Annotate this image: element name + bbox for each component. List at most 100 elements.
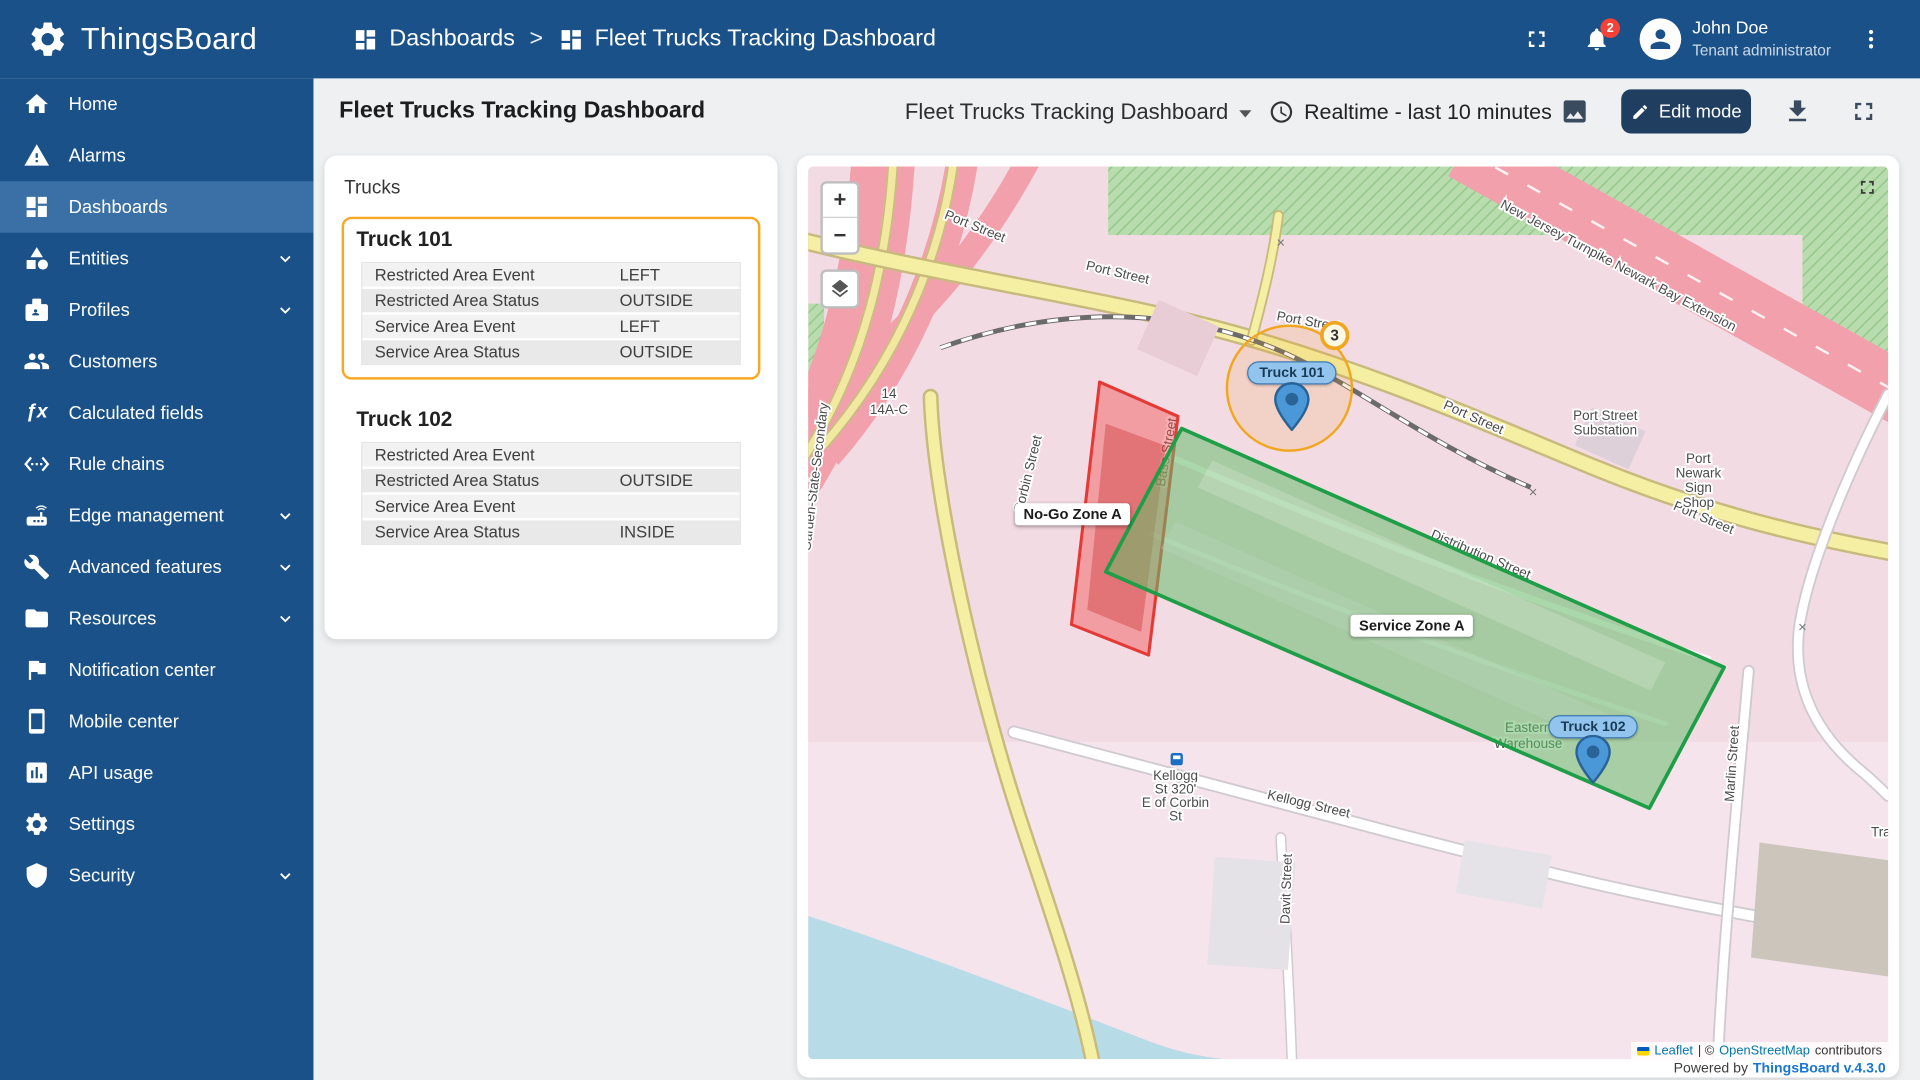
map-zoom-control: + − bbox=[820, 181, 859, 254]
app-name: ThingsBoard bbox=[81, 21, 257, 57]
sidebar-item-customers[interactable]: Customers bbox=[0, 336, 313, 387]
sidebar-item-notification-center[interactable]: Notification center bbox=[0, 644, 313, 695]
sidebar-item-settings[interactable]: Settings bbox=[0, 798, 313, 849]
gear-icon bbox=[22, 811, 51, 838]
sidebar-item-calculated-fields[interactable]: ƒx Calculated fields bbox=[0, 387, 313, 438]
breadcrumb-dashboards[interactable]: Dashboards bbox=[353, 26, 515, 53]
breadcrumb-current-page[interactable]: Fleet Trucks Tracking Dashboard bbox=[558, 26, 936, 53]
image-icon bbox=[1560, 97, 1589, 126]
edit-mode-button[interactable]: Edit mode bbox=[1621, 89, 1751, 133]
breadcrumb-page-label: Fleet Trucks Tracking Dashboard bbox=[595, 26, 936, 53]
chart-icon bbox=[22, 759, 51, 786]
fullscreen-button[interactable] bbox=[1523, 26, 1550, 53]
breadcrumb: Dashboards > Fleet Trucks Tracking Dashb… bbox=[313, 26, 935, 53]
rule-chains-icon bbox=[22, 451, 51, 478]
truck-cluster-badge[interactable]: 3 bbox=[1320, 321, 1349, 350]
customers-icon bbox=[22, 348, 51, 375]
route-ref-label: 14 bbox=[881, 386, 896, 401]
table-row[interactable]: Restricted Area Event bbox=[362, 443, 739, 466]
gate-mark: × bbox=[1529, 485, 1538, 501]
table-row[interactable]: Restricted Area Event LEFT bbox=[362, 263, 739, 286]
sidebar-item-entities[interactable]: Entities bbox=[0, 233, 313, 284]
user-menu[interactable]: John Doe Tenant administrator bbox=[1692, 18, 1831, 61]
fullscreen-icon bbox=[1849, 97, 1878, 126]
dashboards-icon bbox=[558, 26, 584, 52]
powered-by: Powered by ThingsBoard v.4.3.0 bbox=[808, 1059, 1888, 1077]
sidebar-item-dashboards[interactable]: Dashboards bbox=[0, 181, 313, 232]
truck-102-marker[interactable] bbox=[1575, 735, 1612, 790]
sidebar-item-security[interactable]: Security bbox=[0, 850, 313, 901]
service-zone-label: Service Zone A bbox=[1350, 615, 1473, 637]
dashboard-toolbar: Fleet Trucks Tracking Dashboard Fleet Tr… bbox=[313, 78, 1920, 144]
zoom-out-button[interactable]: − bbox=[823, 218, 857, 252]
user-name: John Doe bbox=[1692, 18, 1831, 41]
table-row[interactable]: Restricted Area Status OUTSIDE bbox=[362, 469, 739, 492]
zoom-in-button[interactable]: + bbox=[823, 184, 857, 218]
sidebar-item-edge-management[interactable]: Edge management bbox=[0, 490, 313, 541]
map-layers-button[interactable] bbox=[820, 269, 859, 308]
chevron-down-icon bbox=[274, 299, 296, 321]
sidebar-item-resources[interactable]: Resources bbox=[0, 593, 313, 644]
transit-stop-label: St bbox=[1169, 808, 1182, 823]
truck-102-table: Restricted Area Event Restricted Area St… bbox=[361, 442, 741, 545]
place-label: Port Street bbox=[1573, 408, 1638, 423]
sidebar-item-home[interactable]: Home bbox=[0, 78, 313, 129]
widget-title: Trucks bbox=[344, 178, 758, 200]
sidebar: Home Alarms Dashboards Entities Profiles… bbox=[0, 78, 313, 1080]
chevron-down-icon bbox=[274, 556, 296, 578]
truck-102-card[interactable]: Truck 102 Restricted Area Event Restrict… bbox=[342, 397, 761, 560]
avatar[interactable] bbox=[1640, 18, 1682, 60]
flag-icon bbox=[22, 656, 51, 683]
trucks-widget: Trucks Truck 101 Restricted Area Event L… bbox=[324, 156, 777, 640]
truck-name: Truck 101 bbox=[356, 228, 748, 252]
table-row[interactable]: Service Area Status INSIDE bbox=[362, 520, 739, 543]
map-canvas[interactable]: Port Street Port Street Port Street Port… bbox=[808, 167, 1888, 1060]
thingsboard-version-link[interactable]: ThingsBoard v.4.3.0 bbox=[1753, 1061, 1886, 1076]
sidebar-item-alarms[interactable]: Alarms bbox=[0, 130, 313, 181]
street-label: Davit Street bbox=[1277, 853, 1294, 924]
fullscreen-icon bbox=[1856, 176, 1878, 198]
map-pin-icon bbox=[1575, 735, 1612, 784]
sidebar-item-rule-chains[interactable]: Rule chains bbox=[0, 438, 313, 489]
chevron-down-icon bbox=[274, 504, 296, 526]
fullscreen-icon bbox=[1523, 26, 1550, 53]
truck-name: Truck 102 bbox=[356, 408, 748, 432]
layers-icon bbox=[829, 278, 851, 300]
truck-101-map-label[interactable]: Truck 101 bbox=[1247, 361, 1336, 384]
sidebar-item-api-usage[interactable]: API usage bbox=[0, 747, 313, 798]
leaflet-flag-icon bbox=[1637, 1046, 1649, 1055]
folder-icon bbox=[22, 605, 51, 632]
timewindow-button[interactable]: Realtime - last 10 minutes bbox=[1269, 78, 1552, 144]
profiles-icon bbox=[22, 296, 51, 323]
notifications-button[interactable]: 2 bbox=[1583, 26, 1610, 53]
table-row[interactable]: Service Area Status OUTSIDE bbox=[362, 340, 739, 363]
truck-101-marker[interactable] bbox=[1273, 382, 1310, 437]
openstreetmap-link[interactable]: OpenStreetMap bbox=[1719, 1043, 1810, 1058]
home-icon bbox=[22, 91, 51, 118]
breadcrumb-section-label: Dashboards bbox=[389, 26, 514, 53]
app-logo[interactable]: ThingsBoard bbox=[0, 18, 313, 60]
no-go-zone-label: No-Go Zone A bbox=[1015, 503, 1130, 525]
sidebar-item-advanced-features[interactable]: Advanced features bbox=[0, 541, 313, 592]
dashboard-select[interactable]: Fleet Trucks Tracking Dashboard bbox=[905, 78, 1252, 144]
table-row[interactable]: Service Area Event bbox=[362, 495, 739, 518]
table-row[interactable]: Restricted Area Status OUTSIDE bbox=[362, 289, 739, 312]
map-fullscreen-button[interactable] bbox=[1856, 176, 1878, 198]
wrench-icon bbox=[22, 553, 51, 580]
more-menu-button[interactable] bbox=[1859, 27, 1883, 51]
user-role: Tenant administrator bbox=[1692, 41, 1831, 61]
table-row[interactable]: Service Area Event LEFT bbox=[362, 315, 739, 338]
download-button[interactable] bbox=[1783, 78, 1812, 144]
place-label: Port bbox=[1686, 451, 1711, 466]
person-icon bbox=[1646, 24, 1675, 53]
sidebar-item-profiles[interactable]: Profiles bbox=[0, 284, 313, 335]
dashboard-image-button[interactable] bbox=[1560, 78, 1589, 144]
expand-dashboard-button[interactable] bbox=[1849, 78, 1878, 144]
dashboards-icon bbox=[353, 26, 379, 52]
leaflet-link[interactable]: Leaflet bbox=[1654, 1043, 1693, 1058]
chevron-down-icon bbox=[274, 247, 296, 269]
notification-badge: 2 bbox=[1600, 18, 1620, 38]
sidebar-item-mobile-center[interactable]: Mobile center bbox=[0, 696, 313, 747]
route-ref-label: 14A-C bbox=[870, 402, 908, 417]
truck-101-card[interactable]: Truck 101 Restricted Area Event LEFT Res… bbox=[342, 217, 761, 380]
